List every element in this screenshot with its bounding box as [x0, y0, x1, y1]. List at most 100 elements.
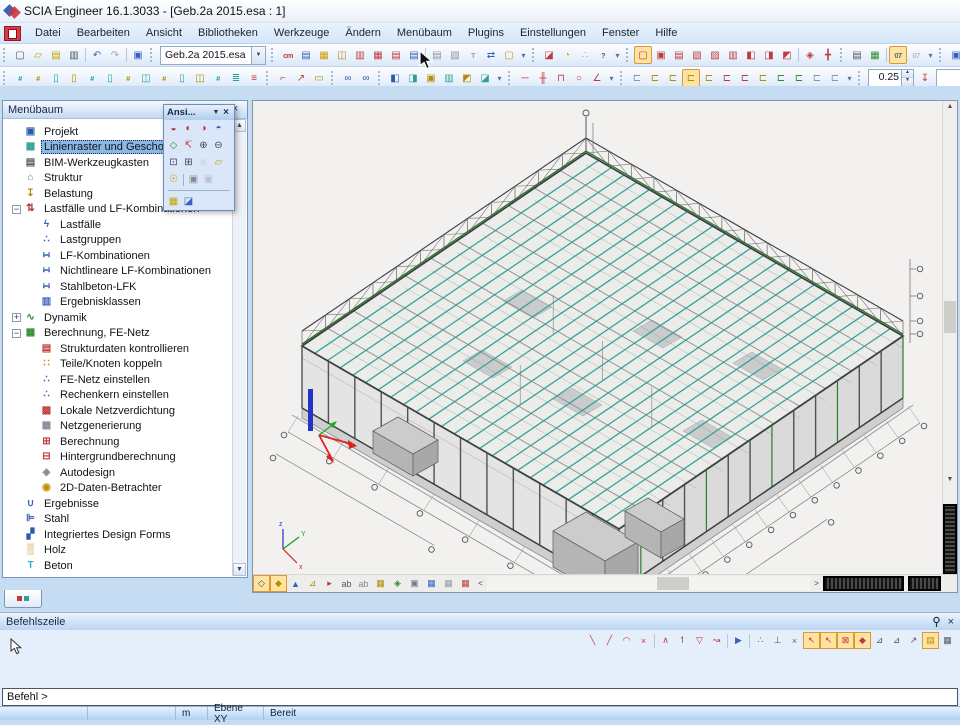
- toolbar-options[interactable]: ▾: [494, 70, 505, 86]
- kreis-button[interactable]: ○: [570, 69, 588, 87]
- fundament-button[interactable]: ≡: [245, 69, 263, 87]
- close-icon[interactable]: ×: [221, 107, 231, 118]
- menu-fenster[interactable]: Fenster: [594, 25, 647, 41]
- snap-bogen-button[interactable]: ◠: [618, 632, 635, 649]
- balken-11-button[interactable]: ⊏: [808, 69, 826, 87]
- schattierung-button[interactable]: ▦: [372, 575, 389, 592]
- balken-6-button[interactable]: ⊏: [718, 69, 736, 87]
- units-button[interactable]: cm: [279, 46, 297, 64]
- vertical-scrollbar[interactable]: ▲ ▼: [942, 101, 957, 575]
- tree-item-berechnung[interactable]: ⊞Berechnung: [8, 434, 233, 450]
- menu-datei[interactable]: Datei: [27, 25, 69, 41]
- toolbar-grip[interactable]: [626, 48, 631, 62]
- select-cut-button[interactable]: ▥: [724, 46, 742, 64]
- tree-item-ergebnisklassen[interactable]: ▥Ergebnisklassen: [8, 295, 233, 311]
- project-manager-button[interactable]: ▣: [129, 46, 147, 64]
- cross-sections-button[interactable]: ◫: [333, 46, 351, 64]
- toolbar-grip[interactable]: [378, 71, 383, 85]
- koppeln-a-button[interactable]: ∞: [339, 69, 357, 87]
- snap-linie-button[interactable]: ╲: [584, 632, 601, 649]
- new-document-button[interactable]: ▢: [500, 46, 518, 64]
- menu-ansicht[interactable]: Ansicht: [138, 25, 190, 41]
- menu-men-baum[interactable]: Menübaum: [389, 25, 460, 41]
- fang-orthogonal-button[interactable]: ⊿: [871, 632, 888, 649]
- snap-strecke-button[interactable]: ╱: [601, 632, 618, 649]
- tree-item-ergebnisse[interactable]: ∪Ergebnisse: [8, 496, 233, 512]
- befehlszeile-header[interactable]: Befehlszeile ×: [0, 613, 960, 630]
- fang-endpunkte-button[interactable]: ↖: [803, 632, 820, 649]
- raster-2-button[interactable]: #: [29, 69, 47, 87]
- balken-1-button[interactable]: ⊏: [628, 69, 646, 87]
- select-add-button[interactable]: ▣: [652, 46, 670, 64]
- 3d-viewport[interactable]: zYx ▲ ▼ ◇◆▲⊿▸abab▦◈▣▦▦▦ < >: [252, 100, 958, 593]
- richtung-button[interactable]: ↗: [292, 69, 310, 87]
- tree-item-stahl[interactable]: ⊫Stahl: [8, 512, 233, 528]
- copy-attributes-button[interactable]: ▣: [947, 46, 960, 64]
- ansicht-e-button[interactable]: ◩: [458, 69, 476, 87]
- menu-werkzeuge[interactable]: Werkzeuge: [266, 25, 337, 41]
- polylinie-button[interactable]: ⌐: [274, 69, 292, 87]
- redo-button[interactable]: ↷: [106, 46, 124, 64]
- tree-item-2d-daten-betrachter[interactable]: ◉2D-Daten-Betrachter: [8, 481, 233, 497]
- linie-button[interactable]: ─: [516, 69, 534, 87]
- toolbar-grip[interactable]: [620, 71, 625, 85]
- befehlszeile-body[interactable]: ╲╱◠×∧↿▽↝▶∴⊥×↖↖⊠◆⊿⊿↗▤▦: [0, 630, 960, 688]
- bemassung-button[interactable]: ╫: [534, 69, 552, 87]
- toolbar-grip[interactable]: [266, 71, 271, 85]
- print-button[interactable]: ▤: [428, 46, 446, 64]
- toolbar-grip[interactable]: [150, 48, 155, 62]
- geschoss-1-button[interactable]: ▯: [47, 69, 65, 87]
- horizontal-scrollbar[interactable]: [487, 576, 810, 591]
- balken-5-button[interactable]: ⊏: [700, 69, 718, 87]
- toolbar-options[interactable]: ▾: [606, 70, 617, 86]
- punktraster-button[interactable]: ∴: [752, 632, 769, 649]
- cleaner-button[interactable]: ◪: [540, 46, 558, 64]
- tree-item-strukturdaten-kontrollieren[interactable]: ▤Strukturdaten kontrollieren: [8, 341, 233, 357]
- toolbar-grip[interactable]: [858, 71, 863, 85]
- scroll-down-icon[interactable]: ▼: [233, 563, 246, 576]
- table-composer-button[interactable]: T: [464, 46, 482, 64]
- pin-icon[interactable]: [931, 616, 942, 628]
- scrollbar-thumb[interactable]: [944, 301, 956, 333]
- koordinaten-tabelle-button[interactable]: ▦: [939, 632, 956, 649]
- raster-1-button[interactable]: #: [11, 69, 29, 87]
- tree-item-autodesign[interactable]: ◈Autodesign: [8, 465, 233, 481]
- toolbar-grip[interactable]: [939, 48, 944, 62]
- taschenrechner-button[interactable]: ▤: [922, 632, 939, 649]
- tree-expand-icon[interactable]: −: [12, 205, 21, 214]
- raster-grau-button[interactable]: ▦: [440, 575, 457, 592]
- catalog-blocks-button[interactable]: ▦: [315, 46, 333, 64]
- fang-aus-button[interactable]: ×: [786, 632, 803, 649]
- scrollbar-thumb[interactable]: [657, 577, 689, 590]
- point-grid-button[interactable]: ∴: [576, 46, 594, 64]
- tree-item-beton[interactable]: TBeton: [8, 558, 233, 574]
- ebene-button[interactable]: ▯: [101, 69, 119, 87]
- balken-10-button[interactable]: ⊏: [790, 69, 808, 87]
- chevron-down-icon[interactable]: ▼: [211, 109, 221, 116]
- ansicht-floating-toolbar[interactable]: Ansi... ▼ × ◒◐◑◓◇↸⊕⊖⊡⊞ʀ▱☉▣▣▦◪: [163, 104, 235, 211]
- toolbar-grip[interactable]: [331, 71, 336, 85]
- tree-item-holz[interactable]: ▒Holz: [8, 543, 233, 559]
- raster-4-button[interactable]: #: [119, 69, 137, 87]
- cursor-fang-button[interactable]: ▶: [730, 632, 747, 649]
- kamera-button[interactable]: ▣: [186, 172, 201, 187]
- collapsed-panel-strip[interactable]: [943, 504, 957, 575]
- balken-4-button[interactable]: ⊏: [682, 69, 700, 87]
- materials-button[interactable]: ▥: [351, 46, 369, 64]
- menubaum-tab[interactable]: [4, 590, 42, 608]
- raster-rot-button[interactable]: ▦: [457, 575, 474, 592]
- select-poly-button[interactable]: ▧: [688, 46, 706, 64]
- save-all-button[interactable]: ▤: [47, 46, 65, 64]
- close-icon[interactable]: ×: [948, 616, 954, 628]
- tree-item-rechenkern-einstellen[interactable]: ∴Rechenkern einstellen: [8, 388, 233, 404]
- raster-3-button[interactable]: #: [83, 69, 101, 87]
- menu-bibliotheken[interactable]: Bibliotheken: [190, 25, 266, 41]
- tree-item-nichtlineare-lf-kombinationen[interactable]: ∺Nichtlineare LF-Kombinationen: [8, 264, 233, 280]
- menu-plugins[interactable]: Plugins: [460, 25, 512, 41]
- tree-item-lastgruppen[interactable]: ∴Lastgruppen: [8, 233, 233, 249]
- toolbar-grip[interactable]: [271, 48, 276, 62]
- view-z-button[interactable]: ◑: [196, 121, 211, 136]
- balken-3-button[interactable]: ⊏: [664, 69, 682, 87]
- profiles-button[interactable]: ▦: [369, 46, 387, 64]
- fang-mittelpunkt-button[interactable]: ◆: [854, 632, 871, 649]
